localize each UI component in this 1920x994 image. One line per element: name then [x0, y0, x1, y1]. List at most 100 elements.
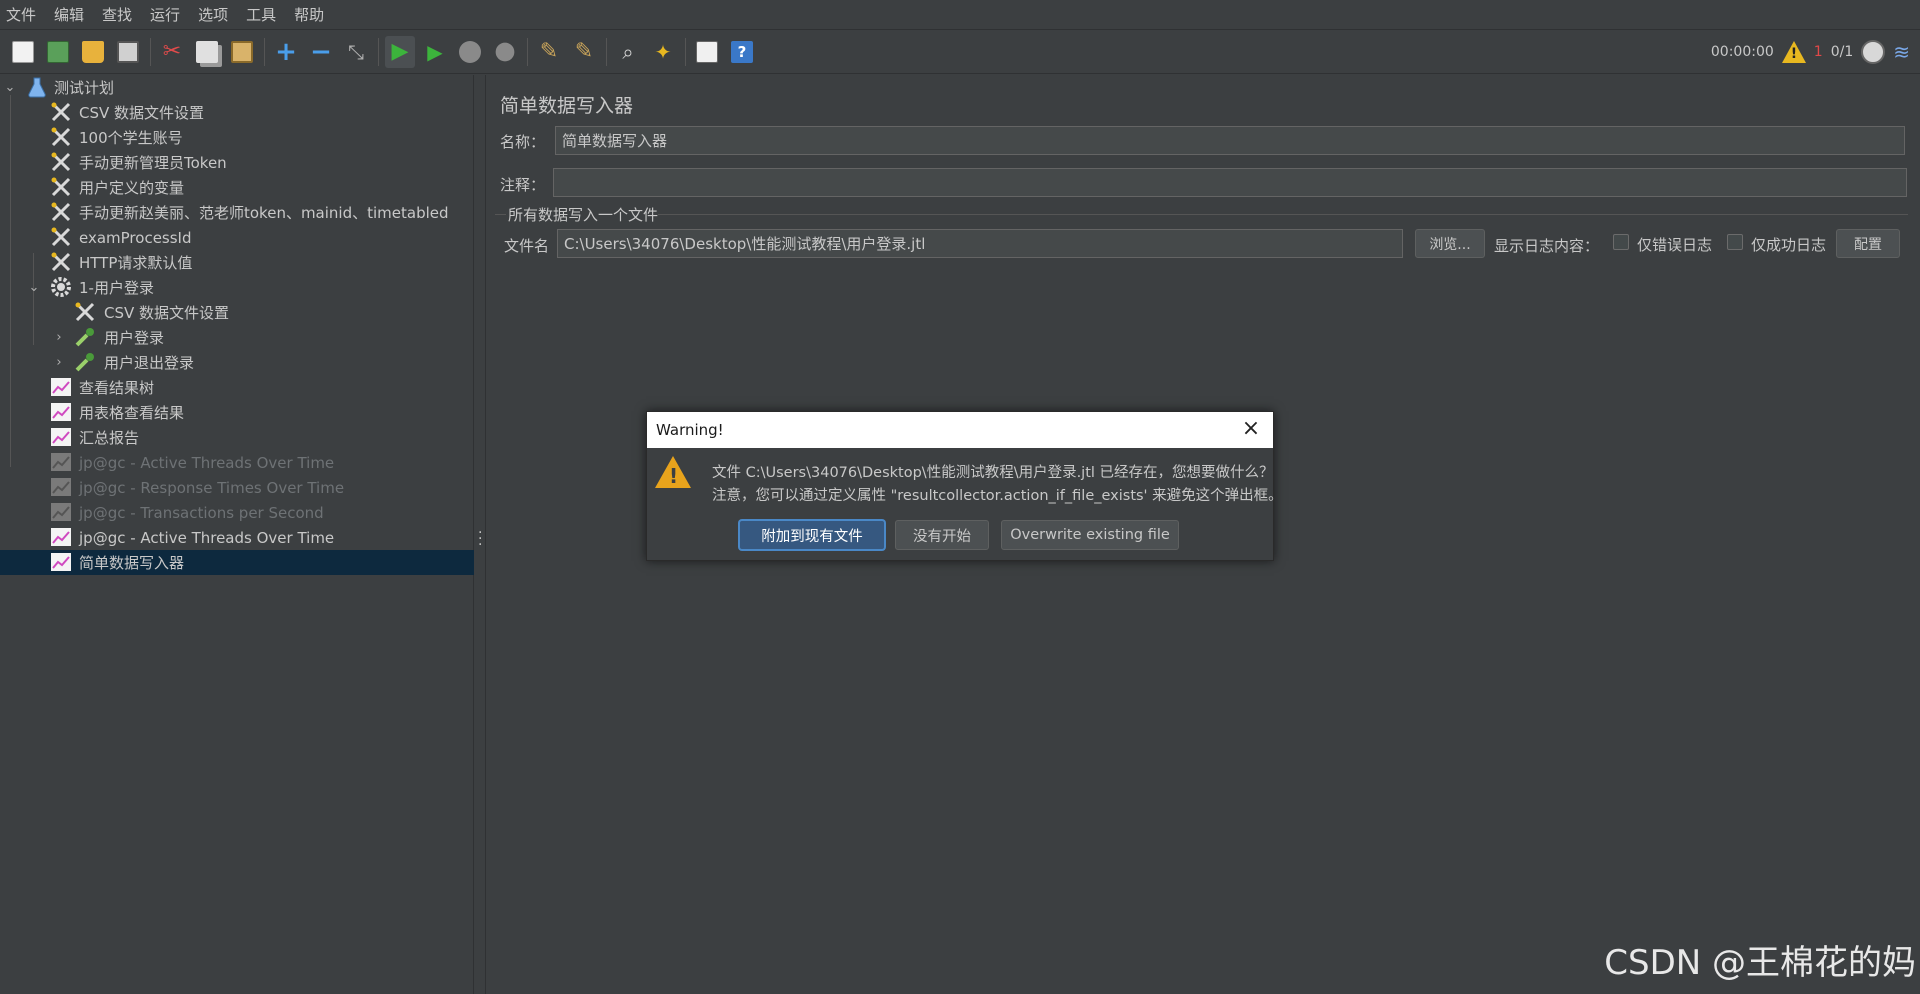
collapse-button[interactable]: − [306, 36, 336, 68]
clear-button[interactable]: ✎ [534, 36, 564, 68]
config-element-icon [50, 126, 72, 148]
filename-input[interactable] [557, 229, 1403, 258]
tree-item-label: 用户登录 [104, 329, 165, 347]
help-button[interactable]: ? [727, 36, 757, 68]
tree-item-disabled[interactable]: jp@gc - Active Threads Over Time [0, 450, 474, 475]
tree-item-disabled[interactable]: jp@gc - Transactions per Second [0, 500, 474, 525]
thread-count: 0/1 [1830, 44, 1854, 60]
tree-item[interactable]: jp@gc - Active Threads Over Time [0, 525, 474, 550]
log-viewer-icon[interactable]: ≋ [1893, 40, 1910, 64]
tree-item[interactable]: 用户定义的变量 [0, 175, 474, 200]
pipette-icon [74, 326, 96, 348]
tree-item[interactable]: › 用户登录 [0, 325, 474, 350]
open-button[interactable] [78, 36, 108, 68]
save-button[interactable] [113, 36, 143, 68]
tree-item[interactable]: 100个学生账号 [0, 125, 474, 150]
append-button[interactable]: 附加到现有文件 [739, 520, 885, 550]
tree-item-label: CSV 数据文件设置 [79, 104, 205, 122]
tree-item[interactable]: 手动更新管理员Token [0, 150, 474, 175]
tree-item-label: 查看结果树 [79, 379, 155, 397]
reset-search-button[interactable]: ✦ [648, 36, 678, 68]
open-icon [82, 40, 104, 63]
chevron-right-icon[interactable]: › [52, 355, 66, 370]
filename-label: 文件名 [504, 237, 550, 255]
clear-all-button[interactable]: ✎ [569, 36, 599, 68]
configure-button[interactable]: 配置 [1836, 229, 1900, 258]
chart-icon [50, 552, 72, 574]
search-button[interactable]: ⌕ [613, 36, 643, 68]
cut-button[interactable]: ✂ [157, 36, 187, 68]
tree-item[interactable]: CSV 数据文件设置 [0, 100, 474, 125]
start-button[interactable]: ▶ [385, 35, 415, 68]
expand-button[interactable]: + [271, 36, 301, 68]
chevron-right-icon[interactable]: › [52, 330, 66, 345]
success-only-label: 仅成功日志 [1751, 236, 1827, 254]
tree-item[interactable]: HTTP请求默认值 [0, 250, 474, 275]
start-no-pause-button[interactable]: ▶ [420, 36, 450, 68]
warning-dialog: Warning! × 文件 C:\Users\34076\Desktop\性能测… [646, 411, 1283, 561]
clear-icon: ✎ [539, 39, 559, 64]
tree-item[interactable]: › 用户退出登录 [0, 350, 474, 375]
copy-button[interactable] [192, 36, 222, 68]
toggle-button[interactable]: ⤡ [341, 36, 371, 68]
browse-button[interactable]: 浏览... [1415, 229, 1485, 258]
remote-engines-icon[interactable] [1861, 40, 1886, 64]
menu-run[interactable]: 运行 [144, 4, 192, 25]
tree-item-label: examProcessId [79, 228, 192, 247]
start-no-pause-icon: ▶ [427, 39, 443, 64]
chevron-down-icon[interactable]: ⌄ [27, 280, 41, 295]
close-icon[interactable]: × [1241, 418, 1261, 440]
tree-item-label: jp@gc - Active Threads Over Time [79, 528, 335, 547]
panel-splitter[interactable]: · · · [474, 75, 486, 994]
flask-icon [26, 76, 48, 98]
config-element-icon [50, 101, 72, 123]
menu-search[interactable]: 查找 [96, 4, 144, 25]
tree-item[interactable]: 汇总报告 [0, 425, 474, 450]
menu-help[interactable]: 帮助 [288, 4, 336, 25]
menu-options[interactable]: 选项 [192, 4, 240, 25]
chart-icon [50, 377, 72, 399]
toolbar: ✂ + − ⤡ ▶ ▶ ✎ ✎ ⌕ ✦ ? 00:00:00 1 0/1 ≋ [0, 30, 1920, 74]
pipette-icon [74, 351, 96, 373]
comment-input[interactable] [553, 168, 1907, 197]
config-element-icon [50, 226, 72, 248]
tree-item-test-plan[interactable]: ⌄ 测试计划 [0, 75, 474, 100]
name-input[interactable] [555, 126, 1905, 155]
tree-item-label: 100个学生账号 [79, 129, 183, 147]
tree-item-thread-group[interactable]: ⌄ 1-用户登录 [0, 275, 474, 300]
warning-icon [655, 456, 691, 488]
overwrite-button[interactable]: Overwrite existing file [1001, 520, 1179, 550]
stop-button[interactable] [455, 36, 485, 68]
function-helper-button[interactable] [692, 36, 722, 68]
errors-only-label: 仅错误日志 [1637, 236, 1713, 254]
menu-edit[interactable]: 编辑 [48, 4, 96, 25]
menu-tools[interactable]: 工具 [240, 4, 288, 25]
tree-item-label: 用户定义的变量 [79, 179, 185, 197]
shutdown-button[interactable] [490, 36, 520, 68]
warning-icon[interactable] [1781, 41, 1806, 63]
do-not-start-button[interactable]: 没有开始 [895, 520, 989, 550]
success-only-checkbox[interactable] [1727, 234, 1743, 250]
cut-icon: ✂ [162, 39, 182, 64]
search-icon: ⌕ [622, 39, 634, 64]
drag-handle-icon[interactable]: · · · [478, 526, 482, 552]
tree-item[interactable]: CSV 数据文件设置 [0, 300, 474, 325]
errors-only-checkbox[interactable] [1613, 234, 1629, 250]
tree-item[interactable]: 查看结果树 [0, 375, 474, 400]
help-icon: ? [731, 40, 753, 63]
paste-button[interactable] [227, 36, 257, 68]
tree-item[interactable]: examProcessId [0, 225, 474, 250]
new-button[interactable] [8, 36, 38, 68]
dialog-message-line2: 注意，您可以通过定义属性 "resultcollector.action_if_… [712, 488, 1283, 504]
dialog-title-bar: Warning! × [647, 412, 1273, 448]
tree-item-disabled[interactable]: jp@gc - Response Times Over Time [0, 475, 474, 500]
tree-item[interactable]: 手动更新赵美丽、范老师token、mainid、timetabled [0, 200, 474, 225]
comment-label: 注释： [500, 176, 546, 194]
tree-item[interactable]: 用表格查看结果 [0, 400, 474, 425]
page-title: 简单数据写入器 [500, 95, 634, 117]
chevron-down-icon[interactable]: ⌄ [3, 80, 17, 95]
menu-file[interactable]: 文件 [0, 4, 48, 25]
tree-item-selected[interactable]: 简单数据写入器 [0, 550, 474, 575]
templates-button[interactable] [43, 36, 73, 68]
tree-item-label: 测试计划 [54, 79, 115, 97]
